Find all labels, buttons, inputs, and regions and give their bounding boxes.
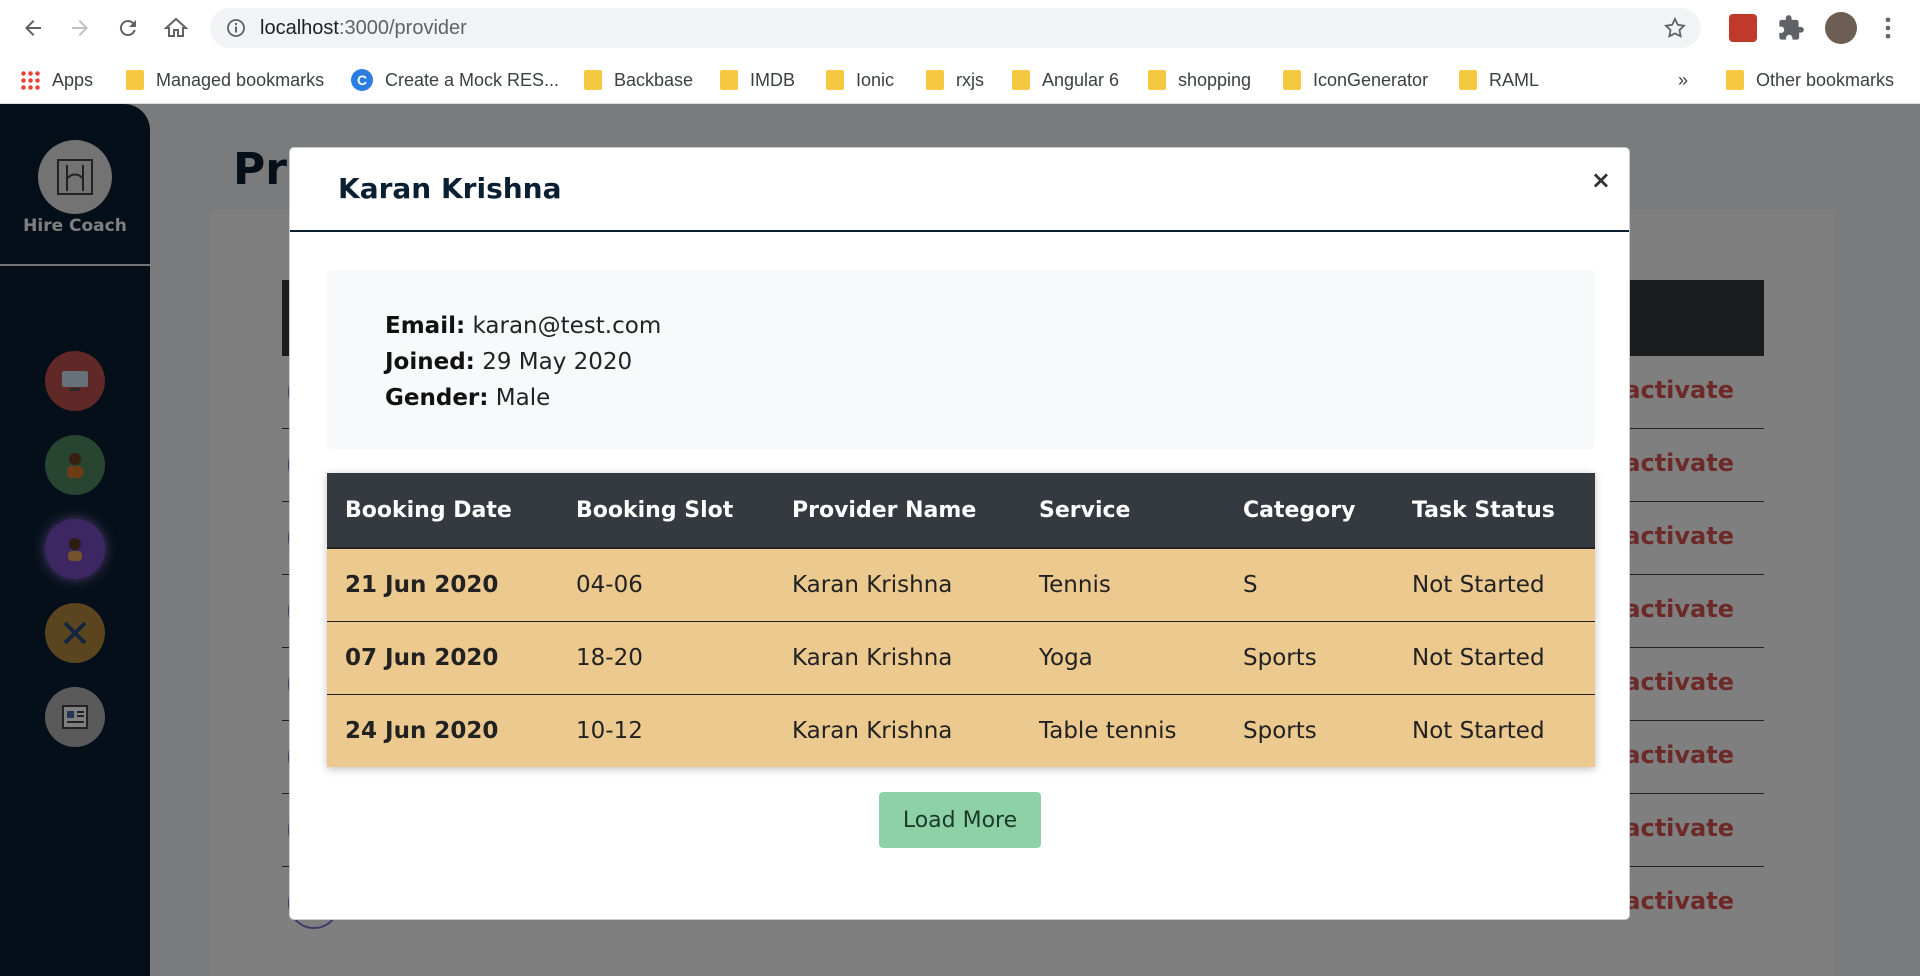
folder-icon <box>584 70 602 90</box>
bookmark-label: shopping <box>1178 69 1252 90</box>
email-label: Email: <box>385 313 466 339</box>
provider-name-cell: Karan Krishna <box>774 621 1021 695</box>
bookmark-imdb[interactable]: IMDB <box>720 66 795 94</box>
home-icon[interactable] <box>156 8 196 48</box>
provider-details-modal: Karan Krishna × Email: karan@test.com Jo… <box>289 147 1630 920</box>
bookmark-label: Apps <box>52 69 94 90</box>
bookmark-label: rxjs <box>956 69 984 90</box>
folder-icon <box>126 70 144 90</box>
site-info-icon[interactable] <box>226 18 246 38</box>
bookmark-label: Backbase <box>614 69 694 90</box>
bookings-table: Booking Date Booking Slot Provider Name … <box>327 473 1595 767</box>
reload-icon[interactable] <box>108 8 148 48</box>
joined-label: Joined: <box>385 349 475 375</box>
overflow-chevron-icon: » <box>1678 69 1689 90</box>
bookmark-managed[interactable]: Managed bookmarks <box>126 66 324 94</box>
joined-line: Joined: 29 May 2020 <box>385 344 1537 380</box>
bookmark-raml[interactable]: RAML <box>1459 66 1539 94</box>
bookmark-label: RAML <box>1489 69 1540 90</box>
provider-info-box: Email: karan@test.com Joined: 29 May 202… <box>327 270 1595 449</box>
task-status-cell: Not Started <box>1394 621 1595 695</box>
bookmark-backbase[interactable]: Backbase <box>584 66 693 94</box>
booking-date-cell: 07 Jun 2020 <box>327 621 558 695</box>
provider-name-cell: Karan Krishna <box>774 548 1021 622</box>
category-cell: Sports <box>1225 694 1394 767</box>
booking-slot-cell: 10-12 <box>558 694 774 767</box>
booking-date-cell: 21 Jun 2020 <box>327 548 558 622</box>
forward-arrow-icon[interactable] <box>60 8 100 48</box>
bookmark-apps[interactable]: Apps <box>20 66 93 94</box>
bookmark-icongenerator[interactable]: IconGenerator <box>1283 66 1428 94</box>
bookmark-ionic[interactable]: Ionic <box>826 66 894 94</box>
bookmark-label: IMDB <box>750 69 795 90</box>
puzzle-icon[interactable] <box>1777 14 1805 42</box>
bookmark-angular6[interactable]: Angular 6 <box>1012 66 1119 94</box>
bookmarks-bar: Apps Managed bookmarks C Create a Mock R… <box>0 56 1920 104</box>
column-header: Booking Slot <box>558 473 774 549</box>
joined-value: 29 May 2020 <box>482 349 633 375</box>
folder-icon <box>926 70 944 90</box>
column-header: Provider Name <box>774 473 1021 549</box>
booking-slot-cell: 18-20 <box>558 621 774 695</box>
service-cell: Yoga <box>1021 621 1225 695</box>
bookmark-label: Ionic <box>856 69 895 90</box>
gender-label: Gender: <box>385 385 489 411</box>
folder-icon <box>1726 70 1744 90</box>
address-bar[interactable]: localhost:3000/provider <box>210 8 1701 48</box>
gender-value: Male <box>495 385 551 411</box>
folder-icon <box>1148 70 1166 90</box>
folder-icon <box>1459 70 1477 90</box>
column-header: Category <box>1225 473 1394 549</box>
bookmark-label: IconGenerator <box>1313 69 1429 90</box>
menu-dots-icon[interactable] <box>1874 14 1902 42</box>
email-line: Email: karan@test.com <box>385 308 1537 344</box>
service-cell: Tennis <box>1021 548 1225 622</box>
close-icon[interactable]: × <box>1591 166 1611 194</box>
table-row: 21 Jun 2020 04-06 Karan Krishna Tennis S… <box>327 548 1595 622</box>
table-header-row: Booking Date Booking Slot Provider Name … <box>327 473 1595 549</box>
folder-icon <box>1283 70 1301 90</box>
back-arrow-icon[interactable] <box>13 8 53 48</box>
category-cell: S <box>1225 548 1394 622</box>
task-status-cell: Not Started <box>1394 694 1595 767</box>
column-header: Service <box>1021 473 1225 549</box>
bookmark-label: Managed bookmarks <box>156 69 325 90</box>
bookmark-shopping[interactable]: shopping <box>1148 66 1251 94</box>
service-cell: Table tennis <box>1021 694 1225 767</box>
bookmark-label: Other bookmarks <box>1756 69 1895 90</box>
task-status-cell: Not Started <box>1394 548 1595 622</box>
site-c-icon: C <box>351 69 373 91</box>
email-value: karan@test.com <box>472 313 662 339</box>
category-cell: Sports <box>1225 621 1394 695</box>
folder-icon <box>826 70 844 90</box>
bookmarks-overflow-button[interactable]: » <box>1678 66 1688 94</box>
column-header: Task Status <box>1394 473 1595 549</box>
bookmark-label: Angular 6 <box>1042 69 1120 90</box>
profile-avatar[interactable] <box>1825 12 1857 44</box>
modal-title: Karan Krishna <box>338 172 562 205</box>
booking-slot-cell: 04-06 <box>558 548 774 622</box>
column-header: Booking Date <box>327 473 558 549</box>
table-row: 24 Jun 2020 10-12 Karan Krishna Table te… <box>327 694 1595 767</box>
modal-header: Karan Krishna × <box>290 148 1629 232</box>
gender-line: Gender: Male <box>385 380 1537 416</box>
provider-name-cell: Karan Krishna <box>774 694 1021 767</box>
url-text: localhost:3000/provider <box>260 17 467 39</box>
bookmark-other[interactable]: Other bookmarks <box>1726 66 1894 94</box>
folder-icon <box>1012 70 1030 90</box>
bookmark-rxjs[interactable]: rxjs <box>926 66 984 94</box>
load-more-button[interactable]: Load More <box>879 792 1041 848</box>
extension-icon[interactable] <box>1729 14 1757 42</box>
booking-date-cell: 24 Jun 2020 <box>327 694 558 767</box>
bookmark-star-icon[interactable] <box>1663 16 1687 40</box>
folder-icon <box>720 70 738 90</box>
apps-grid-icon <box>20 70 40 90</box>
bookmark-mock-rest[interactable]: C Create a Mock RES... <box>351 66 559 94</box>
table-row: 07 Jun 2020 18-20 Karan Krishna Yoga Spo… <box>327 621 1595 695</box>
browser-toolbar: localhost:3000/provider <box>0 0 1920 56</box>
bookmark-label: Create a Mock RES... <box>385 69 560 90</box>
